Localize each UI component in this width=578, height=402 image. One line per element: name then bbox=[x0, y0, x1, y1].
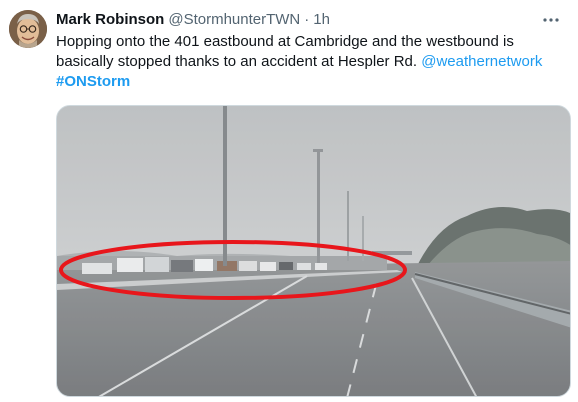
separator-dot: · bbox=[304, 11, 310, 28]
tweet-timestamp[interactable]: 1h bbox=[313, 10, 330, 30]
tweet-body: Mark Robinson @StormhunterTWN · 1h Hoppi… bbox=[56, 10, 562, 92]
tweet-media[interactable] bbox=[56, 105, 571, 397]
hashtag-link[interactable]: #ONStorm bbox=[56, 73, 130, 90]
more-horizontal-icon[interactable] bbox=[540, 10, 562, 30]
author-name[interactable]: Mark Robinson bbox=[56, 10, 164, 30]
mention-link[interactable]: @weathernetwork bbox=[421, 53, 542, 70]
author-avatar[interactable] bbox=[9, 10, 47, 48]
author-handle[interactable]: @StormhunterTWN bbox=[168, 10, 300, 30]
tweet-card[interactable]: Mark Robinson @StormhunterTWN · 1h Hoppi… bbox=[0, 0, 578, 402]
tweet-text: Hopping onto the 401 eastbound at Cambri… bbox=[56, 32, 556, 92]
tweet-header: Mark Robinson @StormhunterTWN · 1h bbox=[56, 10, 562, 30]
